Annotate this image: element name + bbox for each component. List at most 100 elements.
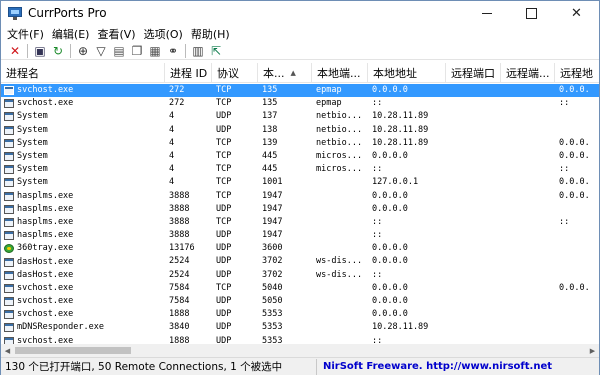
- save-icon[interactable]: ▣: [32, 43, 48, 59]
- cell-process-id: 3888: [169, 230, 190, 241]
- connections-table[interactable]: 进程名 进程 ID 协议 本... ▲ 本地端... 本地地址 远程端口 远程端.…: [1, 63, 599, 344]
- find-icon[interactable]: ⚭: [165, 43, 181, 59]
- cell-remote-address: [555, 308, 599, 321]
- cell-local-port-name: [312, 203, 368, 216]
- cell-protocol: UDP: [216, 335, 232, 344]
- cell-process-id: 272: [169, 98, 185, 109]
- table-row[interactable]: System 4 TCP 139 netbio... 10.28.11.89 0.0.0.: [1, 137, 599, 150]
- toolbar-separator: [185, 43, 186, 58]
- table-row[interactable]: svchost.exe 272 TCP 135 epmap::::: [1, 97, 599, 110]
- process-window-icon: [4, 310, 14, 320]
- horizontal-scrollbar[interactable]: ◀ ▶: [1, 344, 599, 357]
- cell-local-port: 139: [262, 137, 278, 148]
- cell-process-id: 3888: [169, 216, 190, 227]
- properties-icon[interactable]: ▤: [111, 43, 127, 59]
- table-row[interactable]: System 4 TCP 445 micros... 0.0.0.0 0.0.0.: [1, 150, 599, 163]
- table-row[interactable]: svchost.exe 272 TCP 135 epmap 0.0.0.0 0.0.0.: [1, 84, 599, 98]
- cell-local-port-name: [312, 335, 368, 344]
- cell-remote-port: [446, 308, 501, 321]
- table-row[interactable]: svchost.exe 1888 UDP 5353 0.0.0.0: [1, 308, 599, 321]
- table-row[interactable]: hasplms.exe 3888 UDP 1947 0.0.0.0: [1, 203, 599, 216]
- minimize-button[interactable]: [464, 1, 509, 25]
- cell-process-id: 7584: [169, 296, 190, 306]
- status-summary: 130 个已打开端口, 50 Remote Connections, 1 个被选…: [1, 358, 317, 375]
- cell-remote-address: 0.0.0.: [559, 137, 590, 148]
- title-bar[interactable]: CurrPorts Pro ✕: [1, 1, 599, 25]
- table-row[interactable]: svchost.exe 7584 TCP 5040 0.0.0.0 0.0.0.: [1, 282, 599, 295]
- filter-icon[interactable]: ▽: [93, 43, 109, 59]
- table-row[interactable]: hasplms.exe 3888 TCP 1947 0.0.0.0 0.0.0.: [1, 190, 599, 203]
- scroll-right-icon[interactable]: ▶: [586, 344, 599, 357]
- cell-local-port-name: [312, 176, 368, 189]
- cell-process-name: svchost.exe: [1, 295, 165, 308]
- process-name-text: System: [17, 137, 48, 148]
- cell-remote-port: [446, 163, 501, 176]
- cell-remote-port: [446, 255, 501, 268]
- cell-protocol: UDP: [216, 309, 232, 320]
- process-window-icon: [4, 112, 14, 122]
- close-window-button[interactable]: ✕: [554, 1, 599, 25]
- column-header-remote-address[interactable]: 远程地: [555, 63, 599, 83]
- table-row[interactable]: svchost.exe 1888 UDP 5353::: [1, 335, 599, 344]
- table-row[interactable]: svchost.exe 7584 UDP 5050 0.0.0.0: [1, 295, 599, 308]
- column-header-local-address[interactable]: 本地地址: [368, 63, 446, 83]
- table-row[interactable]: System 4 UDP 138 netbio... 10.28.11.89: [1, 124, 599, 137]
- process-name-text: svchost.exe: [17, 282, 74, 293]
- menu-file[interactable]: 文件(F): [3, 26, 48, 42]
- cell-local-port-name: micros...: [316, 164, 363, 175]
- report-icon[interactable]: ▥: [190, 43, 206, 59]
- cell-protocol: UDP: [216, 111, 232, 122]
- nirsoft-link[interactable]: NirSoft Freeware. http://www.nirsoft.net: [317, 361, 552, 372]
- table-row[interactable]: System 4 UDP 137 netbio... 10.28.11.89: [1, 110, 599, 123]
- table-row[interactable]: dasHost.exe 2524 UDP 3702 ws-dis... 0.0.0.0: [1, 255, 599, 268]
- menu-help[interactable]: 帮助(H): [187, 26, 234, 42]
- cell-remote-port-name: [501, 282, 555, 295]
- column-header-process-name[interactable]: 进程名: [1, 63, 165, 83]
- column-header-local-port-name[interactable]: 本地端...: [312, 63, 368, 83]
- exit-icon[interactable]: ⇱: [208, 43, 224, 59]
- process-window-icon: [4, 270, 14, 280]
- cell-remote-address: [555, 295, 599, 308]
- column-header-remote-port-name[interactable]: 远程端...: [501, 63, 555, 83]
- maximize-button[interactable]: [509, 1, 554, 25]
- cell-local-port-name: ws-dis...: [316, 269, 363, 280]
- cell-protocol: UDP: [216, 322, 232, 333]
- cell-local-port-name: [312, 190, 368, 203]
- column-header-local-port[interactable]: 本... ▲: [258, 63, 312, 83]
- table-row[interactable]: System 4 TCP 445 micros...::::: [1, 163, 599, 176]
- cell-process-name: System: [1, 124, 165, 137]
- process-window-icon: [4, 257, 14, 267]
- window-title: CurrPorts Pro: [28, 6, 107, 20]
- scrollbar-thumb[interactable]: [15, 347, 131, 354]
- cell-local-port: 5353: [262, 309, 283, 320]
- process-name-text: System: [17, 124, 48, 135]
- table-row[interactable]: hasplms.exe 3888 TCP 1947::::: [1, 216, 599, 229]
- process-icon[interactable]: ▦: [147, 43, 163, 59]
- table-row[interactable]: System 4 TCP 1001 127.0.0.1 0.0.0.: [1, 176, 599, 189]
- menu-options[interactable]: 选项(O): [140, 26, 187, 42]
- cell-local-address: 0.0.0.0: [372, 243, 408, 254]
- cell-process-name: svchost.exe: [1, 97, 165, 110]
- column-header-process-id[interactable]: 进程 ID: [165, 63, 212, 83]
- table-row[interactable]: dasHost.exe 2524 UDP 3702 ws-dis...::: [1, 269, 599, 282]
- close-connection-icon[interactable]: ✕: [7, 43, 23, 59]
- table-row[interactable]: mDNSResponder.exe 3840 UDP 5353 10.28.11.89: [1, 321, 599, 334]
- process-window-icon: [4, 86, 14, 96]
- copy-icon[interactable]: ❐: [129, 43, 145, 59]
- column-header-remote-port[interactable]: 远程端口: [446, 63, 501, 83]
- table-row[interactable]: hasplms.exe 3888 UDP 1947::: [1, 229, 599, 242]
- menu-edit[interactable]: 编辑(E): [48, 26, 94, 42]
- process-window-icon: [4, 99, 14, 109]
- process-name-text: svchost.exe: [17, 296, 74, 307]
- target-icon[interactable]: ⊕: [75, 43, 91, 59]
- process-window-icon: [4, 336, 14, 344]
- table-row[interactable]: 360tray.exe 13176 UDP 3600 0.0.0.0: [1, 242, 599, 255]
- cell-local-port-name: ws-dis...: [316, 256, 363, 267]
- cell-remote-port-name: [501, 242, 555, 255]
- scroll-left-icon[interactable]: ◀: [1, 344, 14, 357]
- column-header-protocol[interactable]: 协议: [212, 63, 258, 83]
- menu-view[interactable]: 查看(V): [93, 26, 139, 42]
- cell-local-address: 10.28.11.89: [372, 322, 429, 333]
- cell-local-address: ::: [372, 164, 383, 175]
- refresh-icon[interactable]: ↻: [50, 43, 66, 59]
